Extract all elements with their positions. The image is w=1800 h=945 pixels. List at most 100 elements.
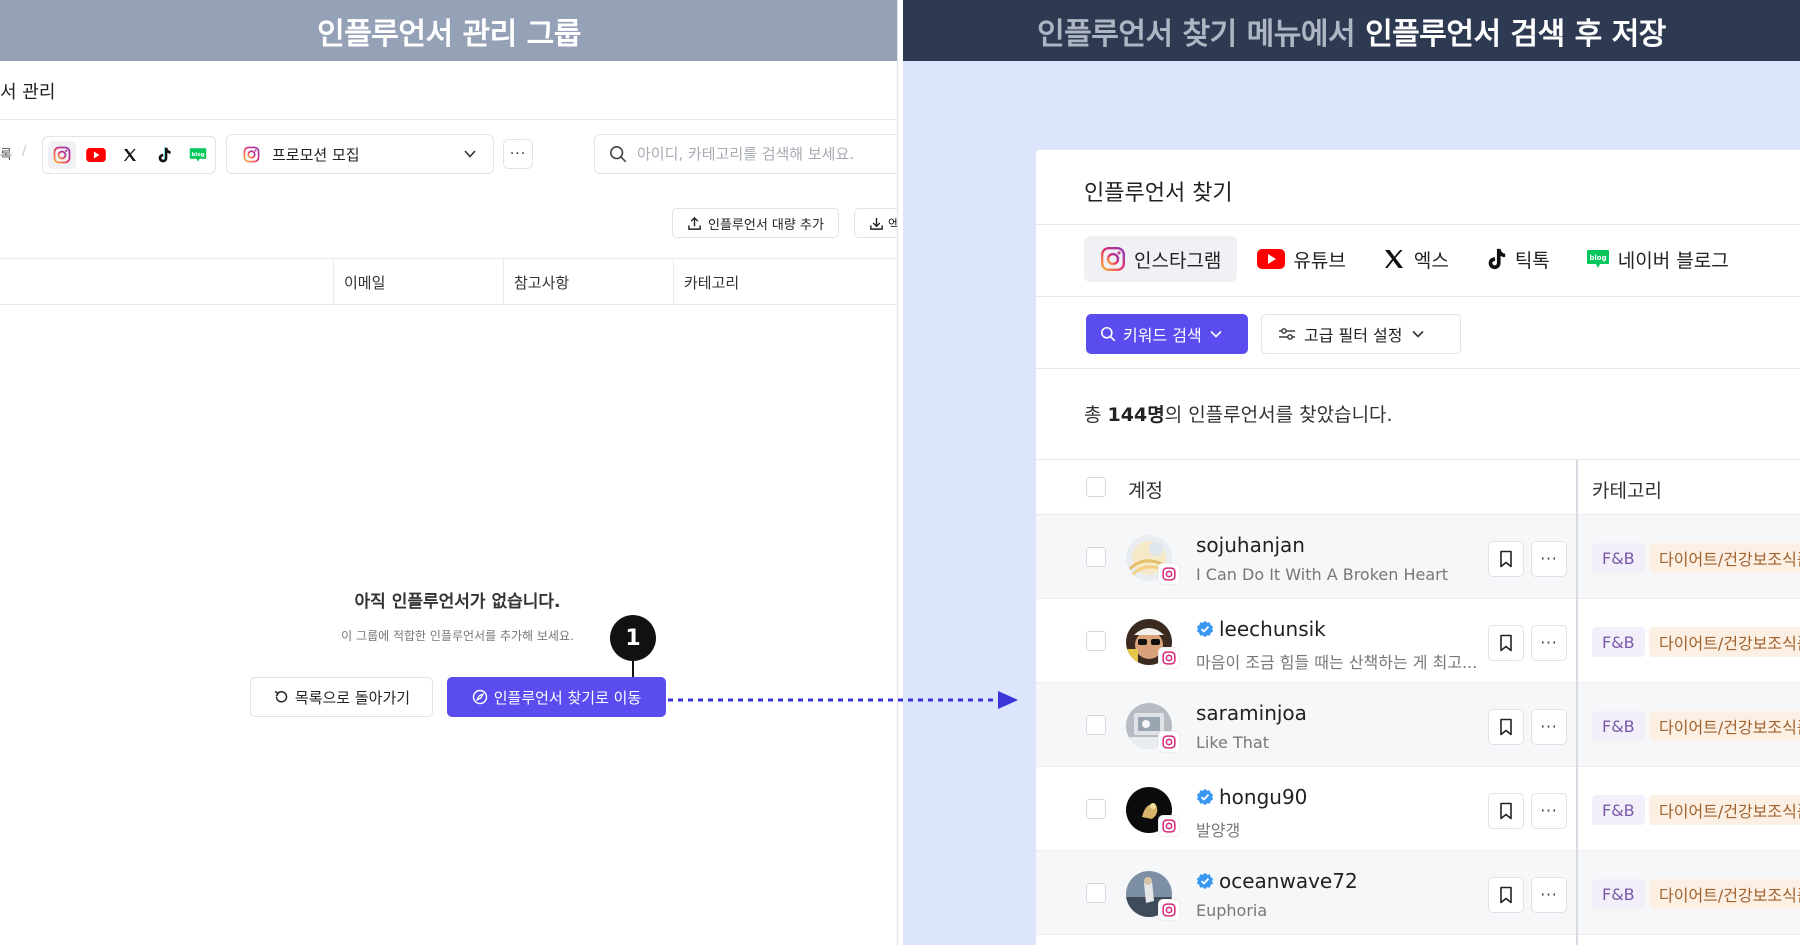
naver-blog-icon: blog bbox=[189, 148, 207, 162]
bulk-add-button[interactable]: 인플루언서 대량 추가 bbox=[672, 208, 839, 238]
download-label: 엑 bbox=[888, 214, 897, 233]
go-to-find-influencers-button[interactable]: 인플루언서 찾기로 이동 bbox=[447, 677, 666, 717]
column-divider[interactable] bbox=[1576, 460, 1578, 515]
influencer-row[interactable]: oceanwave72 Euphoria ··· F&B 다이어트/건강보조식품 bbox=[1036, 851, 1800, 935]
influencer-username[interactable]: leechunsik bbox=[1196, 617, 1326, 641]
platform-tabs: 인스타그램 유튜브 엑스 틱톡 blog 네이버 블로그 bbox=[1084, 236, 1745, 282]
result-list-header: 계정 카테고리 bbox=[1036, 459, 1800, 515]
row-more-button[interactable]: ··· bbox=[1531, 625, 1567, 661]
influencer-search bbox=[594, 134, 897, 174]
chevron-down-icon bbox=[1411, 330, 1424, 338]
group-select-value: 프로모션 모집 bbox=[272, 145, 360, 164]
influencer-username[interactable]: saraminjoa bbox=[1196, 701, 1307, 725]
influencer-row[interactable]: hongu90 발양갱 ··· F&B 다이어트/건강보조식품 bbox=[1036, 767, 1800, 851]
influencer-username[interactable]: hongu90 bbox=[1196, 785, 1307, 809]
bookmark-button[interactable] bbox=[1488, 709, 1524, 745]
column-header-category[interactable]: 카테고리 bbox=[1592, 476, 1662, 503]
platform-tiktok-button[interactable] bbox=[150, 141, 178, 169]
divider bbox=[0, 119, 897, 120]
breadcrumb[interactable]: 록 bbox=[0, 144, 12, 163]
step-number-badge: 1 bbox=[610, 615, 656, 661]
category-tag: 다이어트/건강보조식품 bbox=[1649, 879, 1800, 909]
tab-youtube[interactable]: 유튜브 bbox=[1241, 236, 1361, 282]
instagram-icon bbox=[1162, 819, 1176, 833]
select-all-checkbox[interactable] bbox=[1086, 477, 1106, 497]
platform-filter: blog bbox=[42, 136, 216, 174]
naver-blog-icon: blog bbox=[1586, 250, 1609, 268]
page-title: 서 관리 bbox=[0, 82, 56, 103]
column-header-notes[interactable]: 참고사항 bbox=[503, 259, 673, 305]
row-more-button[interactable]: ··· bbox=[1531, 793, 1567, 829]
tab-tiktok-label: 틱톡 bbox=[1514, 249, 1550, 272]
category-tag: 다이어트/건강보조식품 bbox=[1649, 711, 1800, 741]
search-icon bbox=[1100, 326, 1116, 342]
right-banner-dim-text: 인플루언서 찾기 메뉴에서 bbox=[1037, 16, 1356, 52]
divider bbox=[1036, 224, 1800, 225]
row-checkbox[interactable] bbox=[1086, 799, 1106, 819]
svg-text:blog: blog bbox=[192, 152, 205, 158]
tab-x[interactable]: 엑스 bbox=[1366, 236, 1465, 282]
search-input[interactable] bbox=[637, 145, 887, 163]
verified-badge-icon bbox=[1196, 788, 1214, 806]
bookmark-button[interactable] bbox=[1488, 793, 1524, 829]
instagram-icon bbox=[1162, 567, 1176, 581]
row-more-button[interactable]: ··· bbox=[1531, 877, 1567, 913]
youtube-icon bbox=[1257, 249, 1286, 269]
column-header-category[interactable]: 카테고리 bbox=[673, 259, 897, 305]
row-checkbox[interactable] bbox=[1086, 715, 1106, 735]
bookmark-button[interactable] bbox=[1488, 625, 1524, 661]
back-to-list-button[interactable]: 목록으로 돌아가기 bbox=[250, 677, 433, 717]
platform-youtube-button[interactable] bbox=[82, 141, 110, 169]
step-badge-pointer bbox=[632, 661, 634, 677]
bookmark-icon bbox=[1500, 886, 1512, 904]
download-button[interactable]: 엑 bbox=[854, 208, 897, 238]
advanced-filter-button[interactable]: 고급 필터 설정 bbox=[1261, 314, 1461, 354]
more-options-button[interactable]: ··· bbox=[503, 139, 533, 169]
column-header-email[interactable]: 이메일 bbox=[333, 259, 503, 305]
tab-tiktok[interactable]: 틱톡 bbox=[1469, 236, 1566, 282]
row-checkbox[interactable] bbox=[1086, 883, 1106, 903]
bookmark-icon bbox=[1500, 634, 1512, 652]
bookmark-button[interactable] bbox=[1488, 541, 1524, 577]
tab-instagram[interactable]: 인스타그램 bbox=[1084, 236, 1238, 282]
instagram-badge bbox=[1158, 815, 1180, 837]
category-tag: F&B bbox=[1592, 627, 1645, 657]
x-icon bbox=[1384, 250, 1403, 268]
download-icon bbox=[870, 217, 883, 230]
row-checkbox[interactable] bbox=[1086, 631, 1106, 651]
category-tag: F&B bbox=[1592, 543, 1645, 573]
influencer-row[interactable]: saraminjoa Like That ··· F&B 다이어트/건강보조식품 bbox=[1036, 683, 1800, 767]
tab-instagram-label: 인스타그램 bbox=[1134, 249, 1222, 272]
search-icon bbox=[609, 145, 627, 163]
username-text: saraminjoa bbox=[1196, 701, 1307, 725]
username-text: oceanwave72 bbox=[1219, 869, 1358, 893]
category-tag: F&B bbox=[1592, 795, 1645, 825]
right-banner-title: 인플루언서 찾기 메뉴에서 인플루언서 검색 후 저장 bbox=[903, 0, 1800, 61]
platform-naver-blog-button[interactable]: blog bbox=[184, 141, 212, 169]
verified-badge-icon bbox=[1196, 872, 1214, 890]
bookmark-icon bbox=[1500, 802, 1512, 820]
row-more-button[interactable]: ··· bbox=[1531, 541, 1567, 577]
influencer-username[interactable]: sojuhanjan bbox=[1196, 533, 1305, 557]
group-select[interactable]: 프로모션 모집 bbox=[226, 134, 494, 174]
instagram-icon bbox=[1100, 246, 1126, 272]
influencer-row[interactable]: leechunsik 마음이 조금 힘들 때는 산책하는 게 최고... ···… bbox=[1036, 599, 1800, 683]
platform-instagram-button[interactable] bbox=[48, 141, 76, 169]
tab-x-label: 엑스 bbox=[1413, 249, 1449, 272]
influencer-username[interactable]: oceanwave72 bbox=[1196, 869, 1358, 893]
row-checkbox[interactable] bbox=[1086, 547, 1106, 567]
instagram-icon bbox=[1162, 735, 1176, 749]
influencer-bio: Like That bbox=[1196, 733, 1269, 752]
column-header-account[interactable]: 계정 bbox=[1128, 476, 1163, 503]
influencer-bio: 마음이 조금 힘들 때는 산책하는 게 최고... bbox=[1196, 653, 1478, 672]
bookmark-button[interactable] bbox=[1488, 877, 1524, 913]
table-header: 이메일 참고사항 카테고리 bbox=[0, 258, 897, 305]
tab-naver-blog[interactable]: blog 네이버 블로그 bbox=[1570, 236, 1745, 282]
tab-naver-blog-label: 네이버 블로그 bbox=[1617, 249, 1729, 272]
keyword-search-button[interactable]: 키워드 검색 bbox=[1086, 314, 1248, 354]
left-banner-title: 인플루언서 관리 그룹 bbox=[0, 0, 897, 61]
influencer-row[interactable]: sojuhanjan I Can Do It With A Broken Hea… bbox=[1036, 515, 1800, 599]
row-more-button[interactable]: ··· bbox=[1531, 709, 1567, 745]
keyword-search-label: 키워드 검색 bbox=[1123, 326, 1202, 345]
platform-x-button[interactable] bbox=[116, 141, 144, 169]
